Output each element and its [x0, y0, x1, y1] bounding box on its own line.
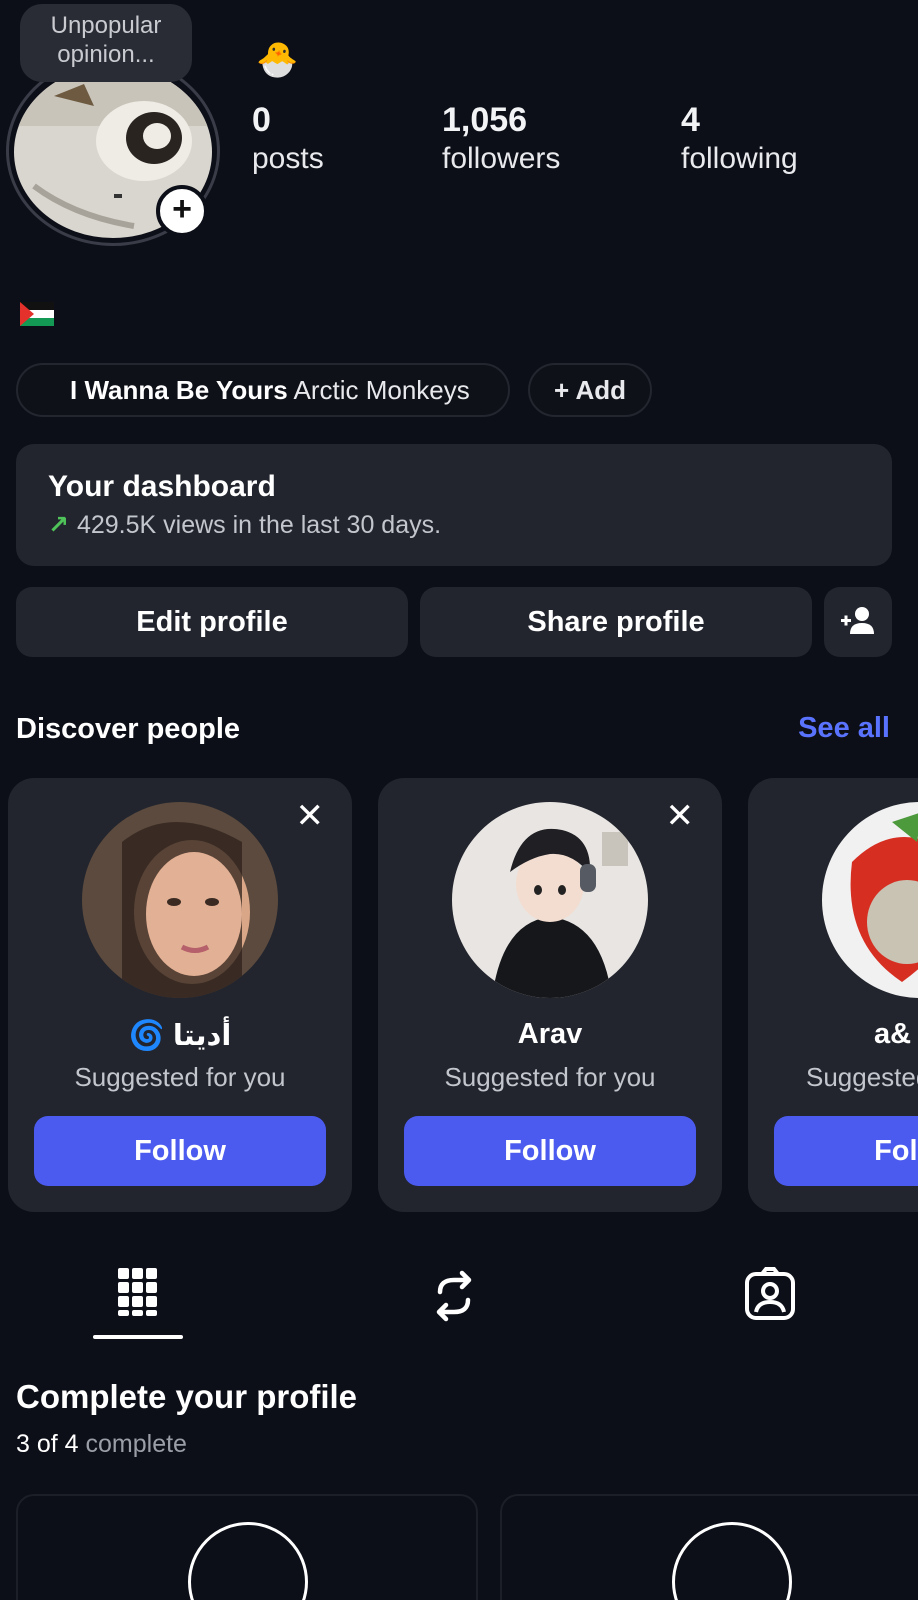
following-label: following: [681, 142, 798, 175]
posts-stat[interactable]: 0 posts: [252, 100, 324, 178]
followers-stat[interactable]: 1,056 followers: [442, 100, 560, 178]
song-artist: Arctic Monkeys: [293, 375, 470, 405]
follow-button[interactable]: Follow: [404, 1116, 696, 1186]
close-icon[interactable]: ✕: [666, 796, 695, 836]
profile-task-card[interactable]: [500, 1494, 918, 1600]
suggestion-name: 🌀 أديتا: [128, 1020, 232, 1052]
following-stat[interactable]: 4 following: [681, 100, 798, 178]
suggestion-subtitle: Suggested for you: [806, 1062, 918, 1092]
dashboard-subtitle: ↗ 429.5K views in the last 30 days.: [48, 510, 441, 540]
task-icon: [188, 1522, 308, 1600]
add-story-button[interactable]: +: [156, 185, 208, 237]
posts-label: posts: [252, 142, 324, 175]
followers-label: followers: [442, 142, 561, 175]
following-count: 4: [681, 101, 700, 139]
progress-suffix: complete: [78, 1430, 187, 1458]
follow-button[interactable]: Follow: [34, 1116, 326, 1186]
suggestion-subtitle: Suggested for you: [74, 1062, 286, 1092]
tagged-tab[interactable]: [740, 1266, 800, 1326]
note-bubble[interactable]: Unpopular opinion...: [20, 4, 192, 82]
palestine-flag-icon: [20, 302, 54, 326]
dashboard-title: Your dashboard: [48, 470, 276, 503]
dashboard-views: 429.5K views in the last 30 days.: [76, 511, 442, 539]
complete-profile-title: Complete your profile: [16, 1378, 358, 1415]
song-title: I Wanna Be Yours: [70, 375, 288, 405]
trend-up-icon: ↗: [48, 511, 69, 539]
see-all-link[interactable]: See all: [798, 712, 890, 745]
progress-count: 3 of 4: [16, 1430, 79, 1458]
suggestion-card[interactable]: ✕ Arav Suggested for you Follow: [378, 778, 722, 1212]
suggestion-card[interactable]: a& Suggested for you Follow: [748, 778, 918, 1212]
add-label: + Add: [554, 375, 626, 405]
suggestion-subtitle: Suggested for you: [444, 1062, 656, 1092]
tagged-person-icon: [745, 1267, 795, 1320]
grid-tab[interactable]: [108, 1266, 168, 1326]
grid-icon: [118, 1268, 157, 1316]
dashboard-card[interactable]: [16, 444, 892, 566]
discover-title: Discover people: [16, 713, 241, 745]
discover-people-button[interactable]: [824, 587, 892, 657]
add-person-icon: [841, 607, 874, 634]
reposts-tab[interactable]: [424, 1266, 484, 1326]
suggestion-card[interactable]: ✕ 🌀 أديتا Suggested for you Follow: [8, 778, 352, 1212]
suggestion-name: a&: [874, 1018, 912, 1050]
repost-icon: [436, 1270, 472, 1322]
add-link-button[interactable]: + Add: [528, 363, 652, 417]
suggestion-avatar[interactable]: [82, 802, 278, 998]
suggestion-avatar[interactable]: [452, 802, 648, 998]
share-profile-button[interactable]: Share profile: [420, 587, 812, 657]
task-icon: [672, 1522, 792, 1600]
close-icon[interactable]: ✕: [296, 796, 325, 836]
profile-task-card[interactable]: [16, 1494, 478, 1600]
posts-count: 0: [252, 101, 271, 139]
note-text: Unpopular opinion...: [50, 12, 162, 68]
complete-profile-progress: 3 of 4 complete: [16, 1430, 187, 1459]
music-chip[interactable]: I Wanna Be Yours Arctic Monkeys: [16, 363, 510, 417]
followers-count: 1,056: [442, 101, 528, 139]
active-tab-indicator: [93, 1335, 183, 1339]
chick-emoji: 🐣: [256, 41, 299, 79]
edit-profile-button[interactable]: Edit profile: [16, 587, 408, 657]
follow-button[interactable]: Follow: [774, 1116, 918, 1186]
suggestion-name: Arav: [517, 1018, 583, 1050]
suggestion-avatar[interactable]: [822, 802, 918, 998]
